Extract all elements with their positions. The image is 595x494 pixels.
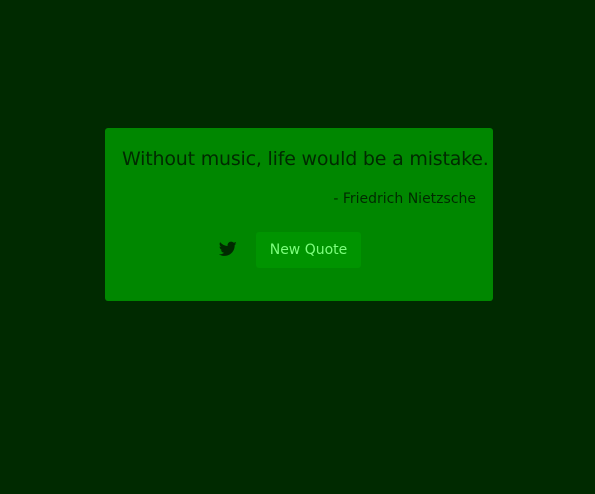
tweet-quote-link[interactable] [219, 241, 237, 257]
page: { "quote": { "text": "Without music, lif… [0, 0, 595, 494]
new-quote-button[interactable]: New Quote [256, 232, 361, 268]
twitter-icon [219, 241, 237, 256]
quote-box: Without music, life would be a mistake. … [105, 128, 493, 301]
quote-actions: New Quote [105, 232, 493, 268]
quote-text: Without music, life would be a mistake. [122, 148, 489, 170]
quote-author: - Friedrich Nietzsche [333, 191, 476, 207]
